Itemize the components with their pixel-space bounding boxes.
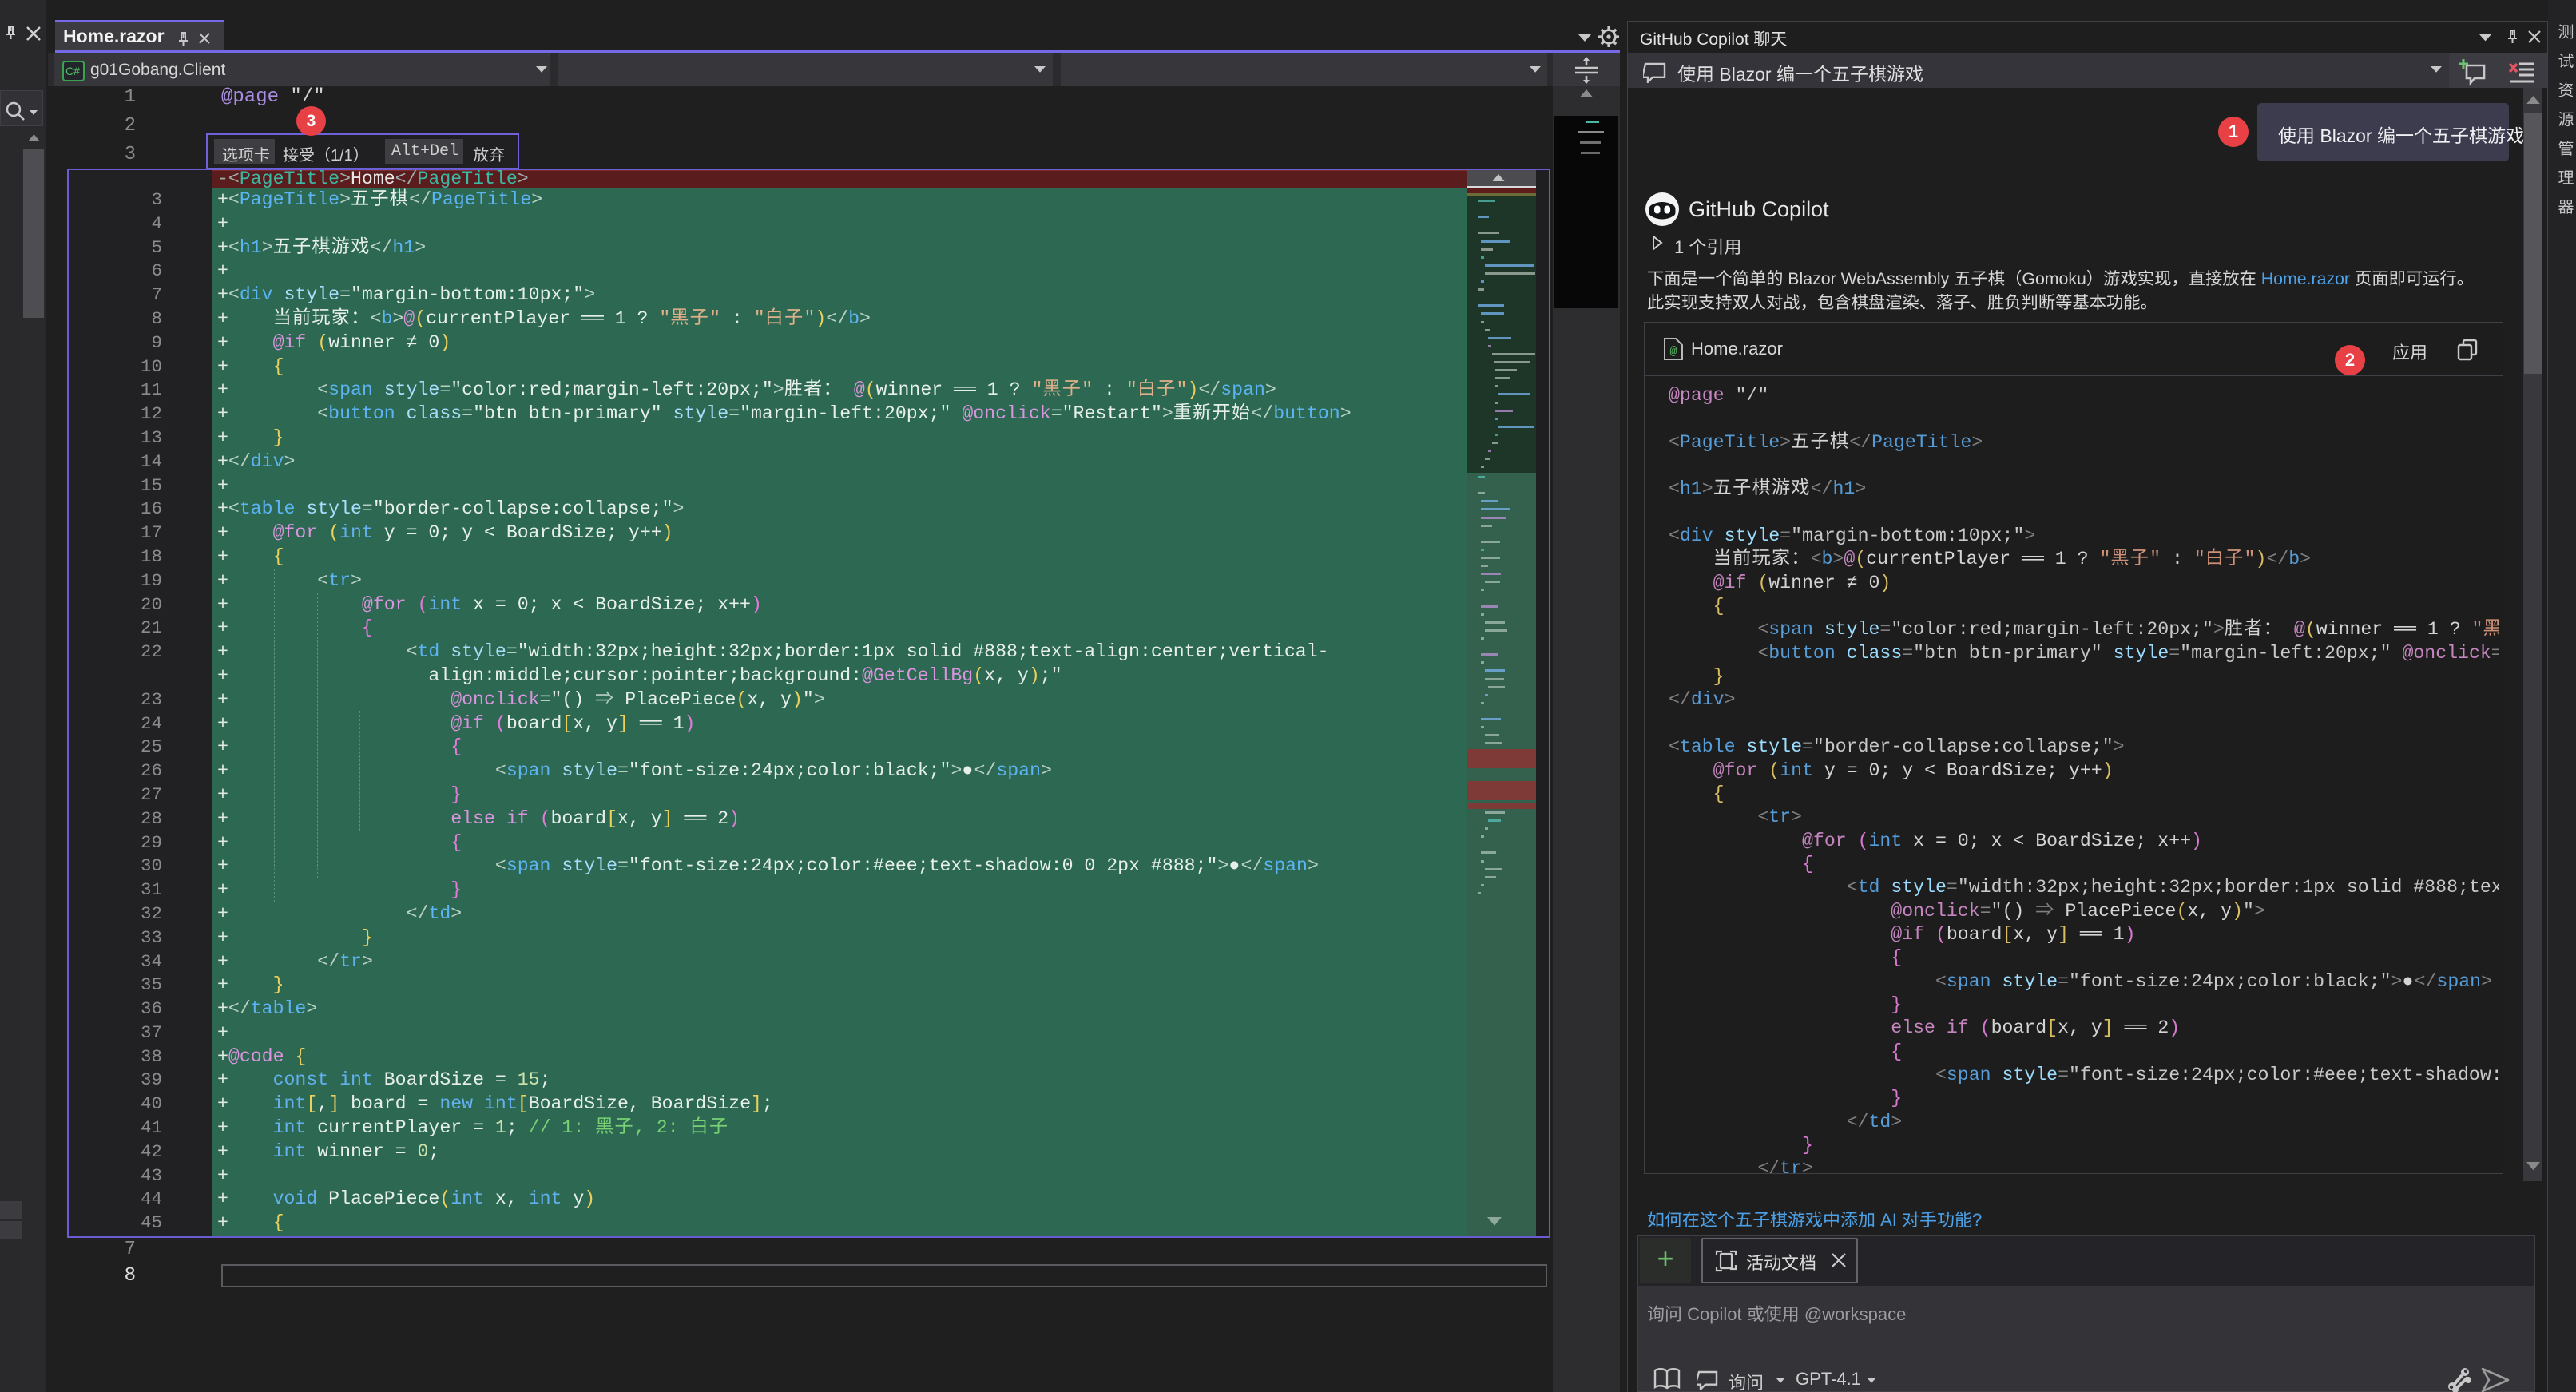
- svg-text:@: @: [1669, 345, 1677, 359]
- svg-text:C#: C#: [65, 65, 80, 77]
